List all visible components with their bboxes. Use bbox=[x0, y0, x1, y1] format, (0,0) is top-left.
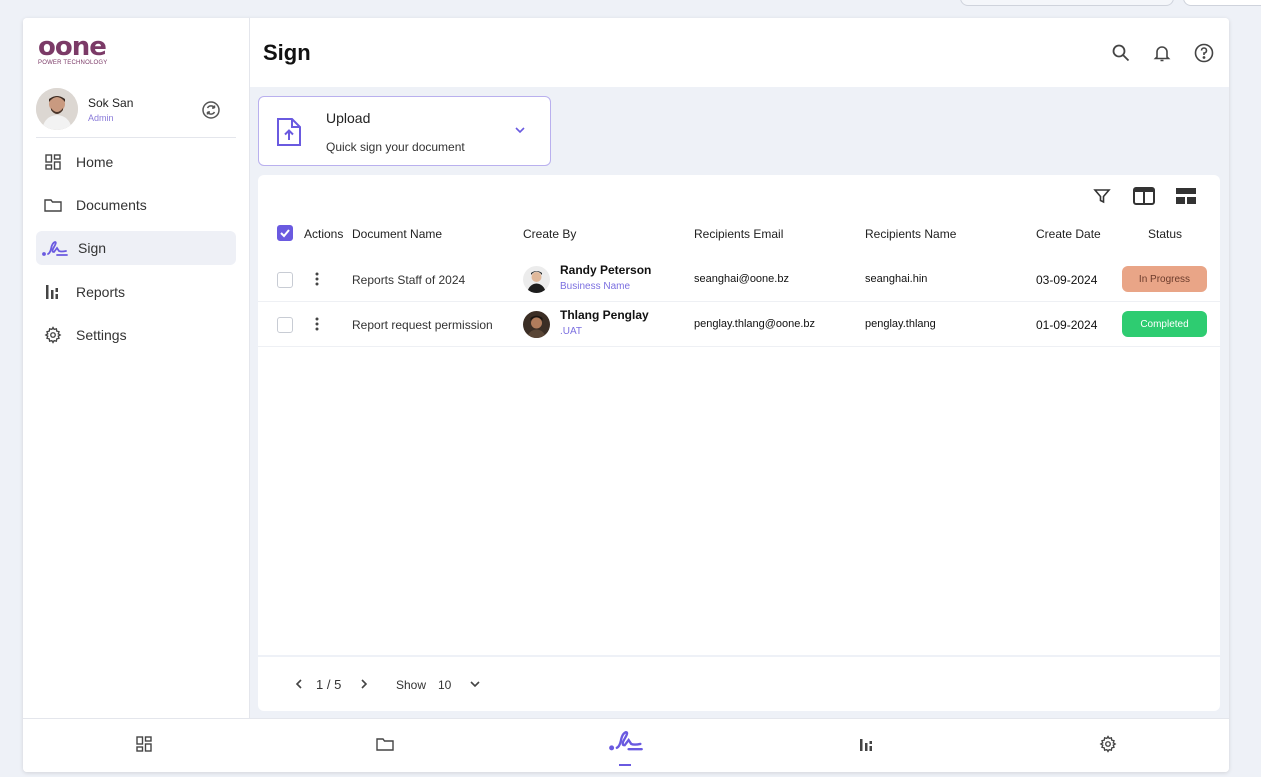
signature-icon bbox=[608, 728, 643, 757]
signature-icon bbox=[42, 239, 68, 257]
bottom-nav-settings[interactable] bbox=[987, 719, 1228, 772]
table-row[interactable]: Report request permission Thlang Penglay… bbox=[258, 302, 1220, 347]
bottom-nav-documents[interactable] bbox=[264, 719, 505, 772]
creator-avatar bbox=[523, 266, 550, 293]
documents-table: Actions Document Name Create By Recipien… bbox=[258, 175, 1220, 711]
upload-title: Upload bbox=[326, 110, 371, 126]
gear-icon bbox=[1099, 734, 1117, 758]
create-date: 03-09-2024 bbox=[1036, 273, 1098, 287]
file-upload-icon bbox=[276, 117, 302, 147]
user-profile: Sok San Admin bbox=[36, 88, 236, 132]
row-checkbox[interactable] bbox=[277, 272, 293, 288]
sidebar-item-documents[interactable]: Documents bbox=[36, 188, 236, 222]
sidebar-item-reports[interactable]: Reports bbox=[36, 275, 236, 309]
gear-icon bbox=[44, 326, 62, 344]
page-title: Sign bbox=[263, 40, 311, 65]
logo-wordmark: oone bbox=[38, 32, 107, 62]
document-name[interactable]: Report request permission bbox=[352, 318, 493, 332]
recipient-name: seanghai.hin bbox=[865, 273, 928, 285]
user-name: Sok San bbox=[88, 96, 134, 110]
more-actions-icon[interactable] bbox=[314, 271, 320, 287]
main-content: Upload Quick sign your document Actions … bbox=[250, 87, 1229, 718]
bottom-nav-home[interactable] bbox=[23, 719, 264, 772]
chevron-down-icon[interactable] bbox=[513, 123, 527, 137]
sidebar-divider bbox=[36, 137, 236, 138]
page-size-label: Show bbox=[396, 678, 427, 692]
sidebar-item-label: Home bbox=[76, 154, 114, 170]
page-header: Sign bbox=[250, 18, 1229, 87]
select-all-checkbox[interactable] bbox=[277, 225, 293, 241]
creator-name: Randy Peterson bbox=[560, 263, 652, 277]
sidebar-item-label: Documents bbox=[76, 197, 147, 213]
creator-organization: Business Name bbox=[560, 281, 631, 292]
sidebar-item-sign[interactable]: Sign bbox=[36, 231, 236, 265]
top-search-field-edge bbox=[960, 0, 1174, 6]
row-checkbox[interactable] bbox=[277, 317, 293, 333]
search-icon[interactable] bbox=[1110, 42, 1132, 64]
status-badge: In Progress bbox=[1122, 266, 1207, 292]
switch-account-icon[interactable] bbox=[201, 100, 221, 120]
column-header-create-date[interactable]: Create Date bbox=[1036, 227, 1101, 241]
filter-icon[interactable] bbox=[1091, 185, 1113, 207]
bar-chart-icon bbox=[859, 736, 875, 757]
creator-name: Thlang Penglay bbox=[560, 308, 649, 322]
table-row[interactable]: Reports Staff of 2024 Randy Peterson Bus… bbox=[258, 257, 1220, 302]
page-indicator: 1 / 5 bbox=[316, 677, 342, 692]
bell-icon[interactable] bbox=[1151, 42, 1173, 64]
bar-chart-icon bbox=[44, 283, 62, 301]
chevron-down-icon[interactable] bbox=[468, 677, 482, 691]
bottom-nav-reports[interactable] bbox=[746, 719, 987, 772]
sidebar-item-settings[interactable]: Settings bbox=[36, 318, 236, 352]
column-header-create-by[interactable]: Create By bbox=[523, 227, 576, 241]
folder-icon bbox=[375, 736, 394, 757]
document-name[interactable]: Reports Staff of 2024 bbox=[352, 273, 465, 287]
pagination: 1 / 5 Show 10 bbox=[258, 657, 1220, 711]
grid-icon bbox=[135, 735, 152, 757]
sidebar-item-home[interactable]: Home bbox=[36, 145, 236, 179]
recipient-name: penglay.thlang bbox=[865, 318, 936, 330]
upload-subtitle: Quick sign your document bbox=[326, 140, 465, 154]
brand-logo[interactable]: oone POWER TECHNOLOGY bbox=[38, 32, 118, 68]
upload-card[interactable]: Upload Quick sign your document bbox=[258, 96, 551, 166]
help-icon[interactable] bbox=[1193, 42, 1215, 64]
column-header-recipients-email[interactable]: Recipients Email bbox=[694, 227, 783, 241]
top-button-edge bbox=[1183, 0, 1261, 6]
chevron-right-icon[interactable] bbox=[357, 677, 371, 691]
row-view-icon[interactable] bbox=[1175, 185, 1197, 207]
column-header-recipients-name[interactable]: Recipients Name bbox=[865, 227, 956, 241]
sidebar-item-label: Settings bbox=[76, 327, 127, 343]
page-size-value[interactable]: 10 bbox=[438, 678, 451, 692]
grid-icon bbox=[44, 153, 62, 171]
status-badge: Completed bbox=[1122, 311, 1207, 337]
column-view-icon[interactable] bbox=[1133, 185, 1155, 207]
avatar[interactable] bbox=[36, 88, 78, 130]
folder-icon bbox=[44, 196, 62, 214]
sidebar-item-label: Reports bbox=[76, 284, 126, 300]
more-actions-icon[interactable] bbox=[314, 316, 320, 332]
active-tab-indicator bbox=[619, 764, 631, 766]
column-header-status[interactable]: Status bbox=[1148, 227, 1182, 241]
create-date: 01-09-2024 bbox=[1036, 318, 1098, 332]
sidebar-item-label: Sign bbox=[78, 240, 107, 256]
bottom-navigation bbox=[23, 718, 1229, 772]
user-role: Admin bbox=[88, 113, 114, 123]
creator-avatar bbox=[523, 311, 550, 338]
sidebar: oone POWER TECHNOLOGY Sok San Admin Home… bbox=[23, 18, 250, 718]
app-window: oone POWER TECHNOLOGY Sok San Admin Home… bbox=[23, 18, 1229, 772]
chevron-left-icon[interactable] bbox=[292, 677, 306, 691]
recipient-email: penglay.thlang@oone.bz bbox=[694, 318, 816, 330]
recipient-email: seanghai@oone.bz bbox=[694, 273, 789, 285]
column-header-actions[interactable]: Actions bbox=[304, 227, 343, 241]
logo-tagline: POWER TECHNOLOGY bbox=[38, 60, 108, 66]
bottom-nav-sign[interactable] bbox=[505, 719, 746, 772]
creator-organization: .UAT bbox=[560, 326, 583, 337]
column-header-document-name[interactable]: Document Name bbox=[352, 227, 442, 241]
